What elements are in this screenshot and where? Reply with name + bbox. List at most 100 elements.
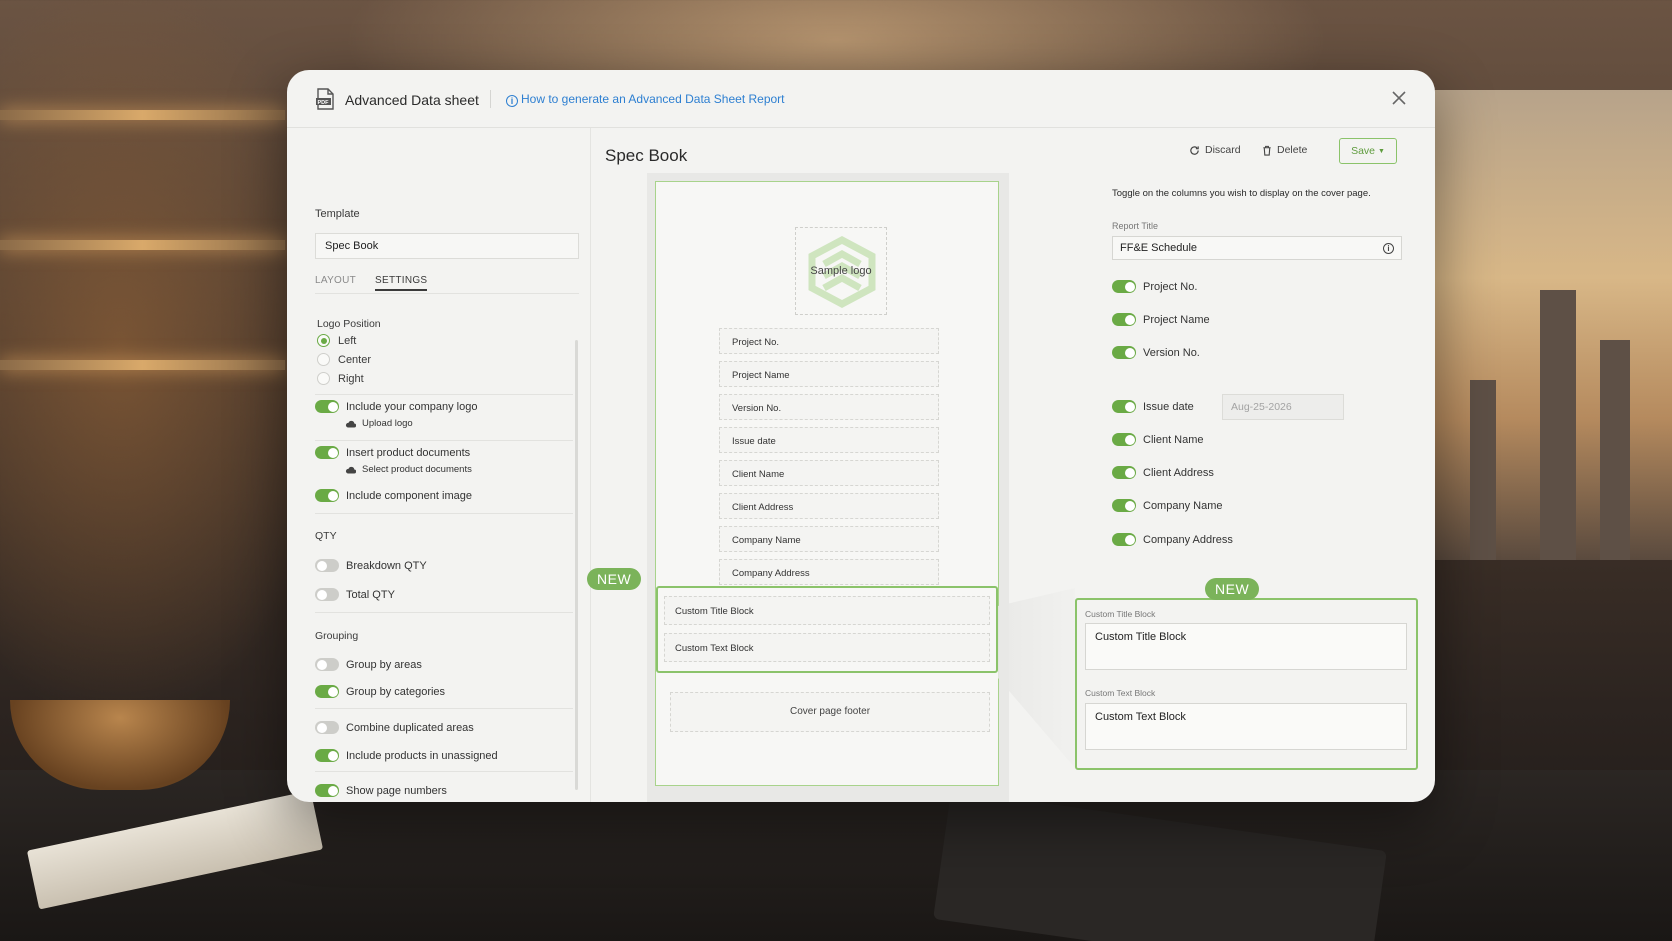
column-toggle-client-address[interactable]: Client Address — [1112, 466, 1214, 479]
total-qty-toggle-row[interactable]: Total QTY — [315, 588, 395, 601]
column-toggle-client-name[interactable]: Client Name — [1112, 433, 1204, 446]
include-unassigned-toggle-row[interactable]: Include products in unassigned — [315, 749, 498, 762]
toggle-switch[interactable] — [315, 749, 339, 762]
custom-title-label: Custom Title Block — [1085, 609, 1156, 619]
panel-divider — [590, 128, 591, 802]
toggle-switch[interactable] — [315, 489, 339, 502]
toggle-switch[interactable] — [1112, 499, 1136, 512]
toggle-switch[interactable] — [315, 685, 339, 698]
template-label: Template — [315, 208, 360, 220]
combine-areas-toggle-row[interactable]: Combine duplicated areas — [315, 721, 474, 734]
cloud-upload-icon — [345, 466, 356, 474]
toggle-switch[interactable] — [1112, 346, 1136, 359]
toggle-switch[interactable] — [315, 446, 339, 459]
toggle-switch[interactable] — [315, 588, 339, 601]
report-title-input[interactable]: FF&E Schedule i — [1112, 236, 1402, 260]
report-title-label: Report Title — [1112, 221, 1159, 231]
toggle-label: Combine duplicated areas — [346, 721, 474, 734]
toggle-label: Include your company logo — [346, 400, 478, 413]
save-label: Save — [1351, 145, 1375, 157]
logo-position-label: Logo Position — [317, 318, 381, 330]
toggle-switch[interactable] — [1112, 400, 1136, 413]
info-icon[interactable]: i — [1383, 243, 1394, 254]
toggle-label: Issue date — [1143, 400, 1194, 413]
insert-docs-toggle-row[interactable]: Insert product documents — [315, 446, 470, 459]
header-divider — [490, 90, 491, 108]
cloud-upload-icon — [345, 420, 356, 428]
column-toggle-company-name[interactable]: Company Name — [1112, 499, 1222, 512]
include-component-toggle-row[interactable]: Include component image — [315, 489, 472, 502]
include-logo-toggle-row[interactable]: Include your company logo — [315, 400, 477, 413]
logo-position-center[interactable]: Center — [317, 353, 371, 366]
breakdown-qty-toggle-row[interactable]: Breakdown QTY — [315, 559, 427, 572]
toggle-label: Include products in unassigned — [346, 749, 498, 762]
toggle-switch[interactable] — [315, 784, 339, 797]
radio-selected[interactable] — [317, 334, 330, 347]
toggle-switch[interactable] — [315, 658, 339, 671]
toggle-switch[interactable] — [315, 400, 339, 413]
toggle-switch[interactable] — [1112, 313, 1136, 326]
select-docs-button[interactable]: Select product documents — [345, 464, 472, 475]
chevron-down-icon: ▼ — [1378, 147, 1385, 155]
select-docs-label: Select product documents — [362, 464, 472, 475]
group-categories-toggle-row[interactable]: Group by categories — [315, 685, 445, 698]
toggle-label: Include component image — [346, 489, 472, 502]
toggle-label: Company Name — [1143, 499, 1223, 512]
custom-text-input[interactable]: Custom Text Block — [1085, 703, 1407, 750]
radio-label: Right — [338, 372, 364, 385]
column-toggle-version-no[interactable]: Version No. — [1112, 346, 1200, 359]
issue-date-input[interactable]: Aug-25-2026 — [1222, 394, 1344, 420]
section-divider — [315, 708, 573, 709]
upload-logo-label: Upload logo — [362, 418, 413, 429]
delete-button[interactable]: Delete — [1262, 144, 1307, 156]
preview-field-version-no: Version No. — [719, 394, 939, 420]
custom-title-input[interactable]: Custom Title Block — [1085, 623, 1407, 670]
radio-unselected[interactable] — [317, 353, 330, 366]
toggle-label: Group by categories — [346, 685, 446, 698]
tab-settings[interactable]: SETTINGS — [375, 275, 428, 291]
toggle-label: Version No. — [1143, 346, 1200, 359]
template-input[interactable]: Spec Book — [315, 233, 579, 259]
toggle-label: Client Name — [1143, 433, 1204, 446]
show-page-numbers-toggle-row[interactable]: Show page numbers — [315, 784, 447, 797]
toggle-switch[interactable] — [1112, 466, 1136, 479]
column-toggle-project-no[interactable]: Project No. — [1112, 280, 1197, 293]
save-button[interactable]: Save ▼ — [1339, 138, 1397, 164]
toggle-switch[interactable] — [1112, 433, 1136, 446]
toggle-switch[interactable] — [315, 721, 339, 734]
background-shelf-light — [0, 240, 285, 250]
toggle-switch[interactable] — [315, 559, 339, 572]
tab-divider — [315, 293, 579, 294]
custom-text-label: Custom Text Block — [1085, 688, 1156, 698]
settings-scrollbar[interactable] — [575, 340, 578, 790]
tab-layout[interactable]: LAYOUT — [315, 275, 356, 286]
upload-logo-button[interactable]: Upload logo — [345, 418, 413, 429]
group-areas-toggle-row[interactable]: Group by areas — [315, 658, 422, 671]
discard-button[interactable]: Discard — [1189, 144, 1241, 156]
toggle-label: Company Address — [1143, 533, 1233, 546]
toggle-switch[interactable] — [1112, 533, 1136, 546]
background-tower — [1540, 290, 1576, 560]
svg-text:PDF: PDF — [318, 100, 330, 106]
logo-position-left[interactable]: Left — [317, 334, 356, 347]
preview-field-client-address: Client Address — [719, 493, 939, 519]
toggle-label: Show page numbers — [346, 784, 447, 797]
preview-field-issue-date: Issue date — [719, 427, 939, 453]
radio-unselected[interactable] — [317, 372, 330, 385]
toggle-label: Group by areas — [346, 658, 422, 671]
column-toggle-issue-date[interactable]: Issue date — [1112, 400, 1194, 413]
toggle-switch[interactable] — [1112, 280, 1136, 293]
column-toggle-company-address[interactable]: Company Address — [1112, 533, 1233, 546]
preview-custom-title-block: Custom Title Block — [664, 596, 990, 625]
help-link-text: How to generate an Advanced Data Sheet R… — [521, 92, 785, 106]
section-divider — [315, 440, 573, 441]
highlight-connector — [998, 588, 1075, 768]
section-divider — [315, 513, 573, 514]
grouping-label: Grouping — [315, 630, 359, 642]
close-icon[interactable] — [1389, 88, 1409, 108]
column-toggle-project-name[interactable]: Project Name — [1112, 313, 1210, 326]
radio-label: Left — [338, 334, 357, 347]
logo-position-right[interactable]: Right — [317, 372, 364, 385]
help-link[interactable]: i How to generate an Advanced Data Sheet … — [506, 92, 785, 107]
toggle-label: Project Name — [1143, 313, 1210, 326]
